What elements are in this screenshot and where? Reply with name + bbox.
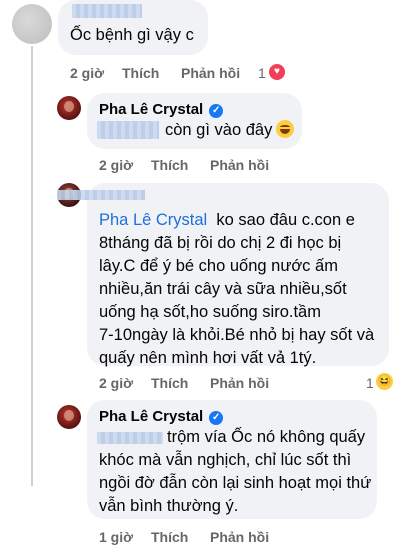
author-name-text[interactable]: Pha Lê Crystal xyxy=(99,101,203,118)
like-button[interactable]: Thích xyxy=(151,375,188,391)
comment-text: Pha Lê Crystal ko sao đâu c.con e 8tháng… xyxy=(99,209,389,370)
comment-bubble: Pha Lê Crystal ✓ còn gì vào đây xyxy=(87,93,302,149)
comment-time[interactable]: 2 giờ xyxy=(99,157,133,173)
avatar[interactable] xyxy=(57,96,81,120)
laughing-emoji-icon xyxy=(276,120,295,138)
comment-text: Ốc bệnh gì vậy c xyxy=(70,26,194,44)
like-button[interactable]: Thích xyxy=(151,157,188,173)
text-line: lây.C để ý bé cho uống nước ấm xyxy=(99,257,338,275)
comment-time[interactable]: 2 giờ xyxy=(70,65,104,81)
text-line: vẫn bình thường ý. xyxy=(99,497,239,515)
redacted-name xyxy=(97,121,159,139)
reply-button[interactable]: Phản hồi xyxy=(210,529,269,545)
reply-button[interactable]: Phản hồi xyxy=(210,375,269,391)
like-button[interactable]: Thích xyxy=(122,65,159,81)
heart-icon[interactable]: ♥ xyxy=(268,63,286,81)
text-line: ngồi đờ đẫn còn lại sinh hoạt mọi thứ xyxy=(99,474,372,492)
comment-bubble: Pha Lê Crystal ko sao đâu c.con e 8tháng… xyxy=(57,183,389,367)
laugh-icon[interactable]: 😆 xyxy=(375,372,394,391)
reply-button[interactable]: Phản hồi xyxy=(181,65,240,81)
reaction-count[interactable]: 1 xyxy=(366,375,374,391)
comment-text-content: còn gì vào đây xyxy=(165,121,273,139)
comment-time[interactable]: 2 giờ xyxy=(99,375,133,391)
mention-link[interactable]: Pha Lê Crystal xyxy=(99,211,207,229)
comment-bubble: Ốc bệnh gì vậy c xyxy=(58,0,208,55)
comment-time[interactable]: 1 giờ xyxy=(99,529,133,545)
text-line: 8tháng đã bị rồi do chị 2 đi học bị xyxy=(99,234,342,252)
author-name[interactable]: Pha Lê Crystal ✓ xyxy=(99,101,224,118)
avatar[interactable] xyxy=(12,4,52,44)
comment-text: còn gì vào đây xyxy=(165,119,295,142)
comment-bubble: Pha Lê Crystal ✓ trộm vía Ốc nó không quấ… xyxy=(87,400,377,519)
reply-button[interactable]: Phản hồi xyxy=(210,157,269,173)
text-line: uống hạ sốt,ho suống siro.tầm xyxy=(99,303,321,321)
text-line: ko sao đâu c.con e xyxy=(216,211,355,229)
like-button[interactable]: Thích xyxy=(151,529,188,545)
redacted-name xyxy=(57,190,145,200)
text-line: trộm vía Ốc nó không quấy xyxy=(167,428,366,446)
verified-badge-icon: ✓ xyxy=(209,104,224,118)
author-name-text[interactable]: Pha Lê Crystal xyxy=(99,408,203,425)
text-line: quấy nên mình hơi vất vả 1tý. xyxy=(99,349,317,367)
reaction-count[interactable]: 1 xyxy=(258,65,266,81)
comment-text: trộm vía Ốc nó không quấy khóc mà vẫn ng… xyxy=(99,426,384,518)
text-line: 7-10ngày là khỏi.Bé nhỏ bị hay sốt và xyxy=(99,326,375,344)
author-name[interactable]: Pha Lê Crystal ✓ xyxy=(99,408,224,425)
thread-line xyxy=(31,46,33,486)
redacted-name xyxy=(72,4,142,18)
verified-badge-icon: ✓ xyxy=(209,411,224,425)
text-line: khóc mà vẫn nghịch, chỉ lúc sốt thì xyxy=(99,451,352,469)
avatar[interactable] xyxy=(57,405,81,429)
text-line: nhiều,ăn trái cây và sữa nhiều,sốt xyxy=(99,280,347,298)
